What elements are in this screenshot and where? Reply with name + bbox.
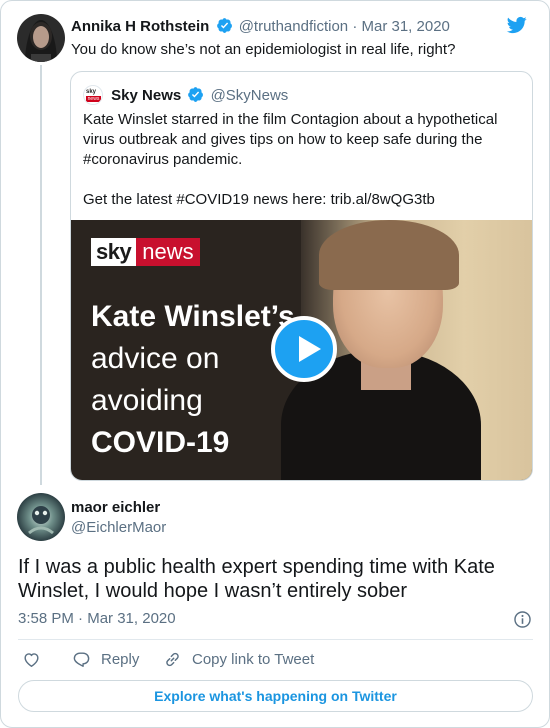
author-handle[interactable]: @truthandfiction [239,18,348,35]
separator-dot: · [352,18,358,35]
tweet-date: Mar 31, 2020 [87,610,176,627]
tweet-date[interactable]: Mar 31, 2020 [361,18,449,35]
reply-label: Reply [101,651,140,668]
quoted-tweet-text: Kate Winslet starred in the film Contagi… [83,110,523,210]
headline-line: COVID-19 [91,426,230,459]
verified-badge-icon [216,18,232,33]
copy-link-button[interactable]: Copy link to Tweet [163,650,314,669]
info-icon[interactable] [513,610,532,629]
embedded-tweet-card: Annika H Rothstein @truthandfiction · Ma… [0,0,550,728]
sky-avatar-news-text: news [86,96,101,102]
explore-twitter-button[interactable]: Explore what's happening on Twitter [18,680,533,712]
separator-dot: · [78,610,84,627]
video-person-hair [319,220,459,290]
quoted-author-name: Sky News [111,87,182,104]
quoted-tweet[interactable]: sky news Sky News @SkyNews Kate Winslet … [70,71,533,481]
quoted-text-line: Kate Winslet starred in the film Contagi… [83,111,498,128]
copy-link-label: Copy link to Tweet [192,651,315,668]
headline-line: advice on [91,342,220,375]
parent-tweet-header: Annika H Rothstein @truthandfiction · Ma… [71,17,450,35]
headline-line: avoiding [91,384,203,417]
like-button[interactable] [22,650,41,669]
quoted-text-line: #coronavirus pandemic. [83,151,243,168]
sky-news-logo: sky news [91,238,200,266]
sky-avatar-text: sky [86,89,97,95]
reply-button[interactable]: Reply [72,650,139,669]
reply-author-name[interactable]: maor eichler [71,499,160,516]
headline-line: Kate Winslet’s [91,300,295,333]
twitter-bird-icon[interactable] [505,15,529,35]
avatar-maor-image [17,493,65,541]
sky-news-avatar: sky news [83,85,103,105]
quoted-tweet-header: sky news Sky News @SkyNews [83,85,288,105]
quoted-author-handle: @SkyNews [210,87,289,104]
verified-badge-icon [188,87,204,102]
tweet-timestamp[interactable]: 3:58 PM · Mar 31, 2020 [18,610,176,627]
author-name[interactable]: Annika H Rothstein [71,18,209,35]
quoted-text-line-link: Get the latest #COVID19 news here: trib.… [83,191,435,208]
actions-divider [18,639,533,640]
avatar-maor[interactable] [17,493,65,541]
avatar-annika-image [17,14,65,62]
link-icon [166,652,179,667]
tweet-time: 3:58 PM [18,610,74,627]
thread-connector-line [40,65,42,485]
reply-tweet-text: If I was a public health expert spending… [18,556,495,602]
reply-icon [73,652,90,667]
parent-tweet-text: You do know she’s not an epidemiologist … [71,41,456,58]
play-icon[interactable] [271,316,337,382]
avatar-annika[interactable] [17,14,65,62]
heart-icon [24,653,39,667]
sky-logo-text: sky [91,238,137,266]
quoted-text-line: virus outbreak and gives tips on how to … [83,131,483,148]
video-thumbnail[interactable]: sky news Kate Winslet’s advice on avoidi… [71,220,532,480]
reply-author-handle[interactable]: @EichlerMaor [71,519,166,536]
news-logo-text: news [136,238,200,266]
video-headline: Kate Winslet’s advice on avoiding COVID-… [91,296,295,464]
